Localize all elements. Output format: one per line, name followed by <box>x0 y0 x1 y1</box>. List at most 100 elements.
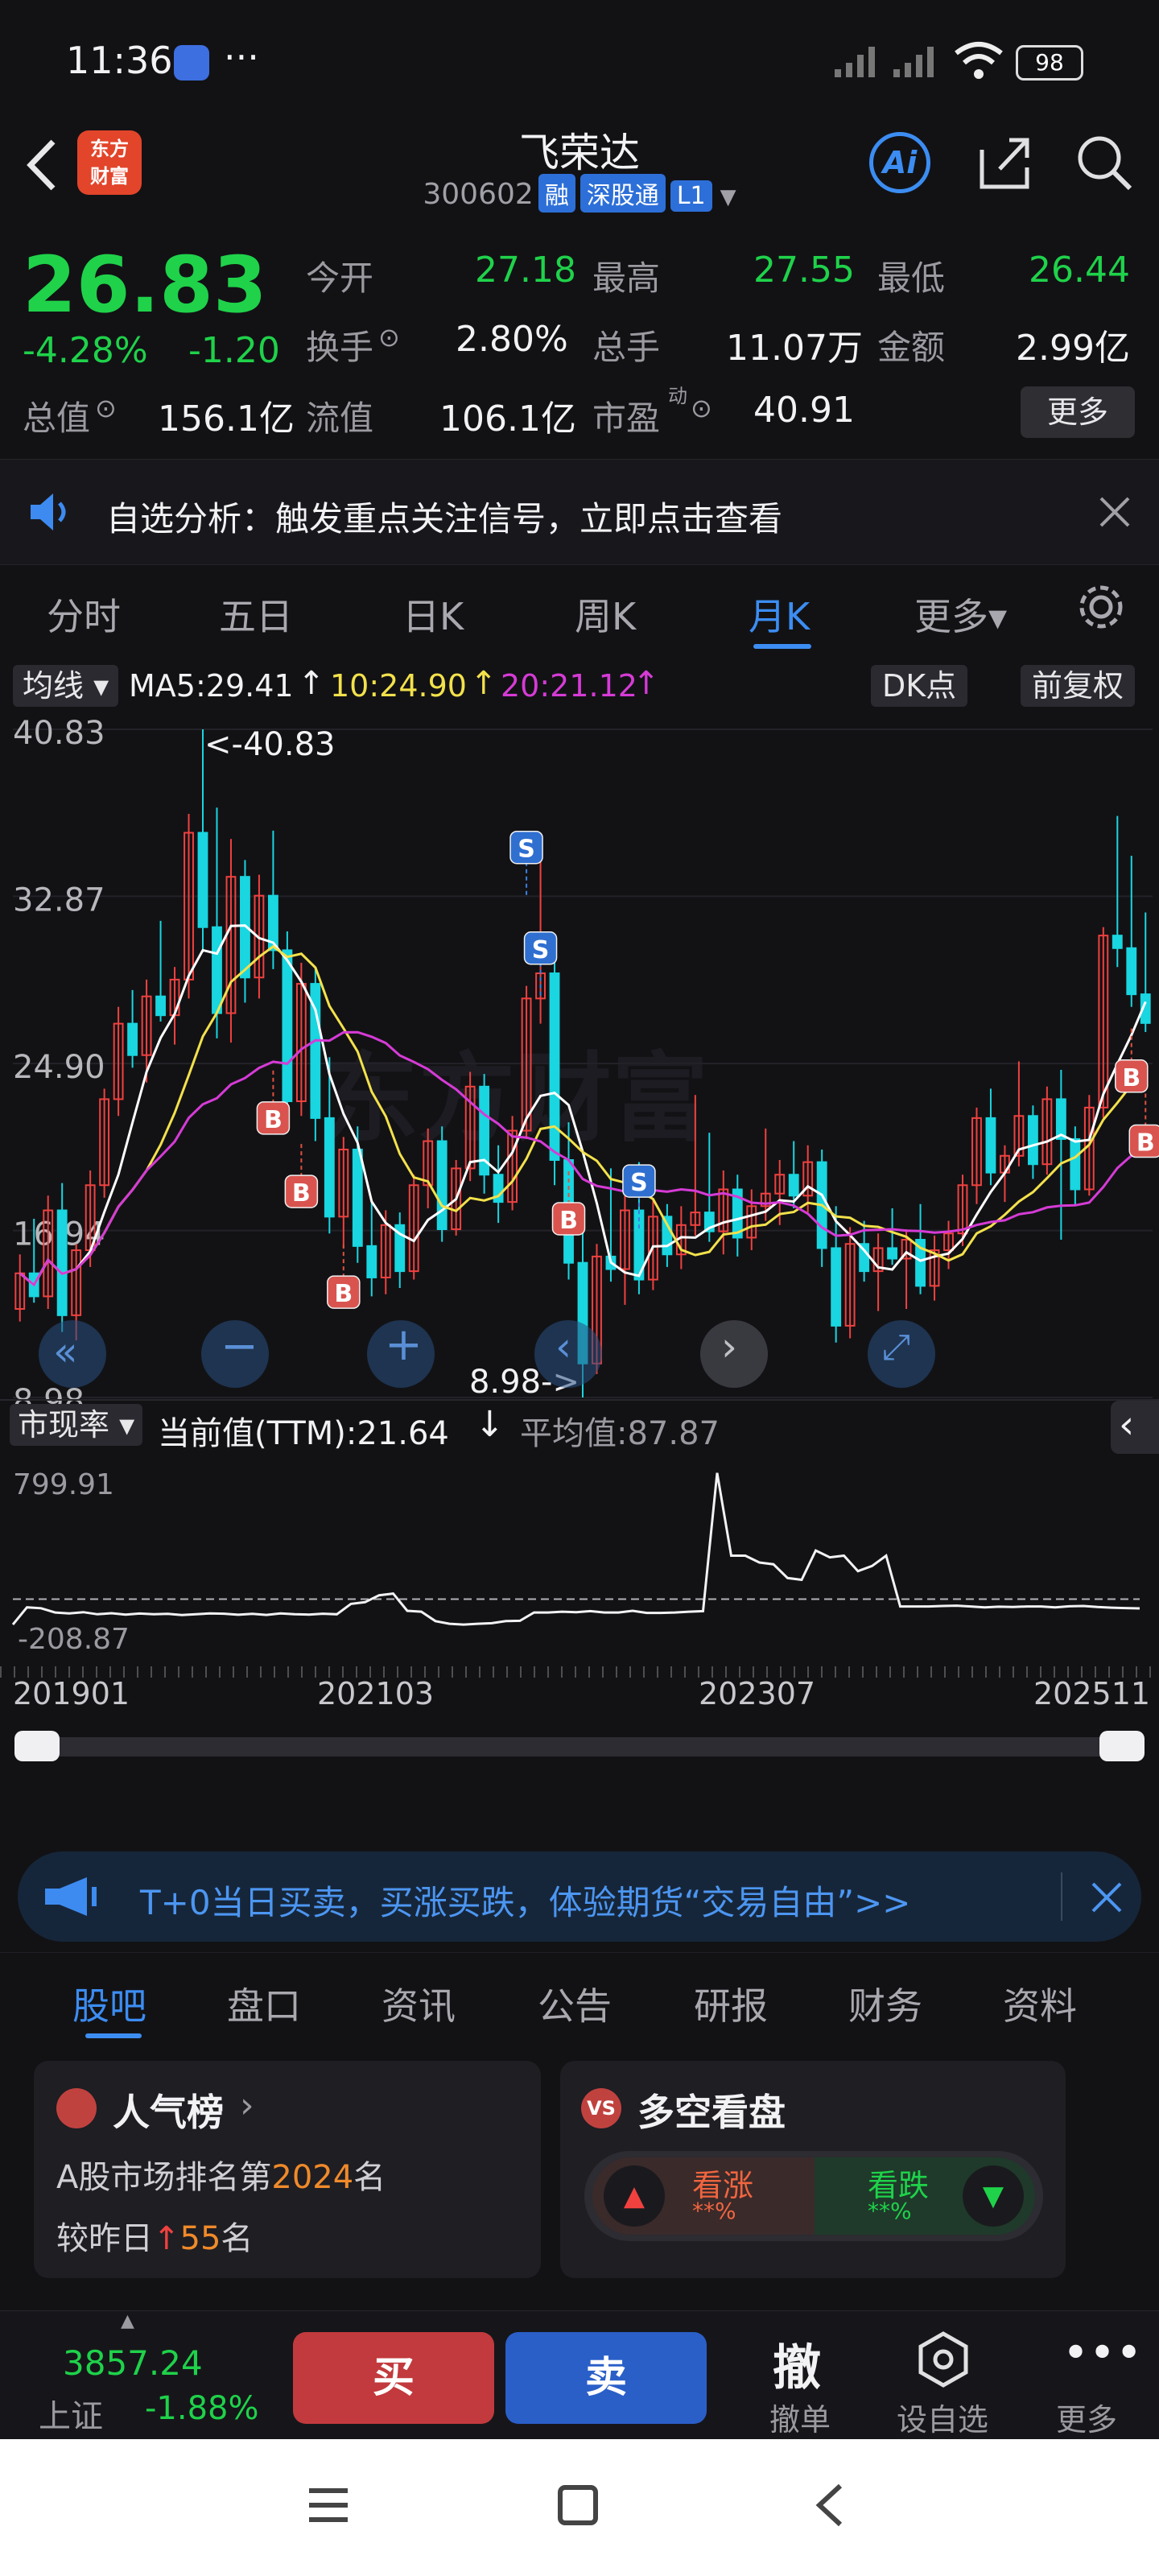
candle-body-14 <box>212 926 222 1014</box>
cancel-order-label[interactable]: 撤单 <box>769 2395 831 2439</box>
home-icon[interactable] <box>555 2483 600 2528</box>
bull-up-icon: ▲ <box>604 2165 665 2227</box>
candle-body-55 <box>788 1174 799 1197</box>
tab-pankou[interactable]: 盘口 <box>227 1977 301 2030</box>
buy-button[interactable]: 买 <box>293 2332 494 2424</box>
bull-bear-card[interactable]: VS 多空看盘 ▲ 看涨 **% 看跌 **% ▼ <box>560 2061 1066 2278</box>
candle-body-25 <box>366 1245 377 1278</box>
quote-panel: 26.83 -4.28% -1.20 今开 27.18 最高 27.55 最低 … <box>0 225 1159 459</box>
tab-intraday[interactable]: 分时 <box>47 588 121 641</box>
ma-type-selector[interactable]: 均线 ▾ <box>13 665 119 707</box>
chevron-left-icon: ‹ <box>555 1323 571 1370</box>
candle-body-22 <box>324 1117 335 1218</box>
chevron-right-icon: › <box>721 1323 737 1370</box>
tab-finance[interactable]: 财务 <box>848 1977 922 2030</box>
forward-adjust-button[interactable]: 前复权 <box>1021 665 1136 707</box>
y-tick-2: 24.90 <box>13 1049 105 1086</box>
badge-level1: L1 <box>670 180 712 212</box>
turnover-info-icon[interactable]: ⊙ <box>378 322 400 353</box>
popularity-chevron-icon: › <box>240 2085 254 2126</box>
banner-divider <box>1061 1872 1062 1921</box>
bull-bear-title: 多空看盘 <box>637 2091 786 2134</box>
ma10-up-arrow-icon: ↑ <box>470 665 497 702</box>
tab-five-day[interactable]: 五日 <box>219 588 293 641</box>
analysis-notice[interactable]: 自选分析：触发重点关注信号，立即点击查看 <box>0 459 1159 565</box>
market-cap-value: 156.1亿 <box>158 398 295 440</box>
tab-research[interactable]: 研报 <box>694 1977 768 2030</box>
range-left-handle[interactable] <box>14 1731 60 1761</box>
ma10-legend: 10:24.90 <box>330 668 467 704</box>
cancel-order-icon[interactable]: 撤 <box>773 2329 821 2399</box>
share-icon[interactable] <box>974 132 1035 193</box>
index-value[interactable]: 3857.24 <box>63 2343 203 2383</box>
signal-label-2: B <box>334 1280 353 1308</box>
gear-icon[interactable] <box>1075 581 1127 633</box>
plus-icon: + <box>385 1319 423 1371</box>
pe-value: 40.91 <box>753 390 855 431</box>
battery-icon: 98 <box>1016 45 1083 80</box>
range-track[interactable] <box>16 1737 1143 1757</box>
amount-label: 金额 <box>877 328 946 367</box>
tab-daily-k[interactable]: 日K <box>402 588 464 641</box>
tab-profile[interactable]: 资料 <box>1003 1977 1077 2030</box>
ai-assistant-icon[interactable]: Ai <box>869 132 930 193</box>
collapse-indicator-button[interactable] <box>1111 1401 1159 1454</box>
open-label: 今开 <box>306 258 374 298</box>
float-cap-value: 106.1亿 <box>439 398 576 440</box>
tab-more[interactable]: 更多▾ <box>914 588 1007 641</box>
ma5-up-arrow-icon: ↑ <box>298 665 325 702</box>
watermark: 东方财富 <box>322 1043 708 1155</box>
search-icon[interactable] <box>1074 132 1135 193</box>
indicator-average: 平均值:87.87 <box>520 1415 720 1452</box>
tab-weekly-k[interactable]: 周K <box>575 588 636 641</box>
volume-label: 总手 <box>592 328 661 367</box>
bull-value: **% <box>692 2198 736 2224</box>
more-quote-button[interactable]: 更多 <box>1021 386 1135 438</box>
add-favorite-icon[interactable] <box>913 2329 974 2390</box>
float-cap-label: 流值 <box>306 398 374 438</box>
index-name: 上证 <box>39 2398 103 2435</box>
back-icon[interactable] <box>808 2483 853 2528</box>
dk-point-button[interactable]: DK点 <box>871 665 968 707</box>
rank-number: 2024 <box>271 2159 354 2196</box>
tab-news[interactable]: 资讯 <box>382 1977 456 2030</box>
x-tick-1: 202103 <box>317 1676 435 1711</box>
more-menu-label[interactable]: 更多 <box>1056 2395 1117 2439</box>
ma20-up-arrow-icon: ↑ <box>633 665 660 702</box>
rank-change-prefix: 较昨日 <box>56 2220 153 2257</box>
signal-label-4: S <box>532 936 550 964</box>
sell-button[interactable]: 卖 <box>505 2332 707 2424</box>
candle-body-38 <box>549 972 560 1162</box>
bear-down-icon: ▼ <box>963 2165 1024 2227</box>
popularity-card[interactable]: 人气榜 › A股市场排名第2024名 较昨日↑55名 <box>34 2061 541 2278</box>
indicator-chart[interactable] <box>0 1457 1159 1666</box>
code-dropdown-icon[interactable]: ▼ <box>720 185 736 209</box>
rank-suffix: 名 <box>353 2159 386 2196</box>
y-tick-1: 32.87 <box>13 881 105 919</box>
tab-monthly-k[interactable]: 月K <box>749 588 810 641</box>
futures-promo-banner[interactable]: T+0当日买卖，买涨买跌，体验期货“交易自由”>> <box>18 1852 1141 1942</box>
pe-info-icon[interactable]: ⊙ <box>691 393 712 423</box>
signal-label-3: S <box>518 836 535 864</box>
candle-body-13 <box>197 832 208 928</box>
index-expand-icon[interactable]: ▲ <box>121 2311 134 2331</box>
app-notification-icon <box>174 45 209 80</box>
close-icon[interactable] <box>1098 495 1132 529</box>
menu-icon[interactable] <box>306 2483 351 2528</box>
candle-body-79 <box>1126 947 1137 996</box>
wifi-icon <box>955 42 1003 79</box>
tab-guba[interactable]: 股吧 <box>72 1977 146 2030</box>
chart-area: 均线 ▾ MA5:29.41 ↑ 10:24.90 ↑ 20:21.12 ↑ D… <box>0 660 1159 1819</box>
banner-close-icon[interactable] <box>1090 1880 1124 1914</box>
market-cap-info-icon[interactable]: ⊙ <box>95 393 117 423</box>
banner-text: T+0当日买卖，买涨买跌，体验期货“交易自由”>> <box>140 1883 911 1922</box>
range-right-handle[interactable] <box>1099 1731 1145 1761</box>
status-more-dots: ··· <box>224 35 259 79</box>
tab-announcements[interactable]: 公告 <box>538 1977 612 2030</box>
market-cap-label: 总值 <box>23 398 91 438</box>
indicator-name: 市现率 <box>18 1407 110 1443</box>
indicator-selector[interactable]: 市现率 ▾ <box>10 1404 143 1446</box>
add-favorite-label[interactable]: 设自选 <box>897 2395 988 2439</box>
more-menu-icon[interactable]: ••• <box>1062 2327 1142 2380</box>
candle-body-74 <box>1055 1098 1066 1140</box>
